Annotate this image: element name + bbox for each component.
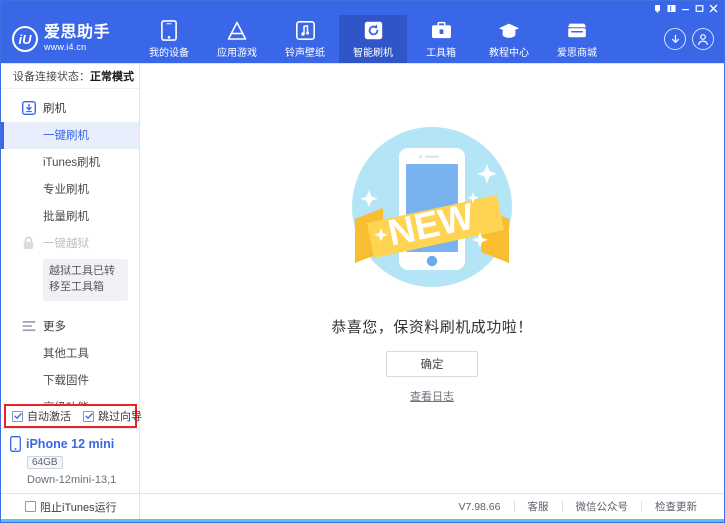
sidebar-group-flash[interactable]: 刷机 [1, 95, 139, 122]
sidebar-menu: 刷机 一键刷机 iTunes刷机 专业刷机 批量刷机 [1, 89, 139, 404]
status-bar-right: V7.98.66 客服 微信公众号 检查更新 [140, 494, 724, 519]
app-window: iU 爱思助手 www.i4.cn 我的设备 应用游戏 [0, 0, 725, 523]
option-label: 阻止iTunes运行 [40, 499, 117, 515]
connection-status: 设备连接状态：正常模式 [1, 64, 139, 89]
option-skip-wizard[interactable]: 跳过向导 [83, 408, 142, 424]
sidebar-item-download-firmware[interactable]: 下载固件 [1, 367, 139, 394]
nav-label: 智能刷机 [353, 44, 393, 59]
status-bar-left: 阻止iTunes运行 [1, 494, 140, 519]
sidebar-group-more[interactable]: 更多 [1, 313, 139, 340]
toolbox-icon [431, 20, 452, 42]
nav-item-ringtones-wallpapers[interactable]: 铃声壁纸 [271, 15, 339, 63]
brand-text: 爱思助手 www.i4.cn [44, 25, 110, 52]
device-capacity-badge: 64GB [27, 456, 63, 469]
checkbox-unchecked-icon[interactable] [25, 501, 36, 512]
music-icon [296, 20, 315, 42]
lock-icon [21, 236, 36, 251]
success-message: 恭喜您，保资料刷机成功啦！ [331, 316, 533, 337]
minimize-icon[interactable] [679, 2, 692, 14]
title-bar [1, 1, 724, 15]
nav-item-smart-flash[interactable]: 智能刷机 [339, 15, 407, 63]
confirm-button[interactable]: 确定 [386, 351, 478, 377]
brand-logo-area[interactable]: iU 爱思助手 www.i4.cn [1, 15, 135, 63]
phone-icon [161, 20, 177, 42]
version-label: V7.98.66 [445, 501, 513, 513]
nav-label: 铃声壁纸 [285, 44, 325, 59]
sidebar-item-batch-flash[interactable]: 批量刷机 [1, 203, 139, 230]
device-info[interactable]: iPhone 12 mini 64GB Down-12mini-13,1 [1, 428, 139, 493]
customer-service-link[interactable]: 客服 [515, 499, 562, 514]
jailbreak-tooltip: 越狱工具已转移至工具箱 [43, 259, 128, 301]
account-icon[interactable] [692, 28, 714, 50]
store-icon [566, 20, 588, 42]
nav-label: 我的设备 [149, 44, 189, 59]
nav-item-apps-games[interactable]: 应用游戏 [203, 15, 271, 63]
wechat-official-link[interactable]: 微信公众号 [563, 499, 642, 514]
main-nav: 我的设备 应用游戏 铃声壁纸 智能刷机 [135, 15, 646, 63]
nav-label: 工具箱 [426, 44, 456, 59]
sidebar-item-label: 下载固件 [43, 372, 89, 388]
sidebar-item-label: 批量刷机 [43, 208, 89, 224]
brand-mark-icon: iU [12, 26, 38, 52]
option-label: 跳过向导 [98, 408, 142, 424]
nav-item-store[interactable]: 爱思商城 [543, 15, 611, 63]
sidebar-item-other-tools[interactable]: 其他工具 [1, 340, 139, 367]
nav-label: 爱思商城 [557, 44, 597, 59]
sidebar-item-advanced-features[interactable]: 高级功能 [1, 394, 139, 404]
close-icon[interactable] [707, 2, 720, 14]
device-identifier: Down-12mini-13,1 [27, 474, 139, 486]
nav-item-my-device[interactable]: 我的设备 [135, 15, 203, 63]
checkbox-checked-icon[interactable] [83, 411, 94, 422]
bottom-accent-bar [1, 519, 724, 522]
sidebar-item-one-key-flash[interactable]: 一键刷机 [1, 122, 139, 149]
sidebar-item-label: 一键刷机 [43, 127, 89, 143]
sidebar-group-label: 更多 [43, 318, 66, 334]
app-body: 设备连接状态：正常模式 刷机 一键刷机 iTunes刷机 专业刷机 [1, 63, 724, 493]
list-icon [21, 319, 36, 334]
apps-icon [226, 20, 248, 42]
checkbox-checked-icon[interactable] [12, 411, 23, 422]
brand-logo-text: iU [19, 32, 32, 47]
new-phone-illustration: NEW [337, 112, 527, 302]
header-actions [646, 15, 724, 63]
main-content: NEW 恭喜您，保资料刷机成功啦！ 确定 查看日志 [140, 64, 724, 493]
nav-label: 应用游戏 [217, 44, 257, 59]
sidebar-item-label: iTunes刷机 [43, 154, 100, 170]
pin-icon[interactable] [651, 2, 664, 14]
graduation-icon [498, 20, 520, 42]
connection-status-label: 设备连接状态： [13, 68, 90, 84]
device-phone-icon [10, 436, 21, 452]
sidebar-item-label: 专业刷机 [43, 181, 89, 197]
sidebar-item-label: 高级功能 [43, 399, 89, 404]
nav-item-tutorial-center[interactable]: 教程中心 [475, 15, 543, 63]
device-name-row: iPhone 12 mini [10, 436, 139, 452]
view-log-link[interactable]: 查看日志 [410, 388, 454, 404]
sidebar-item-pro-flash[interactable]: 专业刷机 [1, 176, 139, 203]
sidebar-item-label: 其他工具 [43, 345, 89, 361]
maximize-icon[interactable] [693, 2, 706, 14]
sidebar-group-jailbreak: 一键越狱 [1, 230, 139, 257]
option-block-itunes[interactable]: 阻止iTunes运行 [25, 499, 117, 515]
option-label: 自动激活 [27, 408, 71, 424]
menu-icon[interactable] [665, 2, 678, 14]
sidebar-group-label: 一键越狱 [43, 235, 89, 251]
connection-status-value: 正常模式 [90, 68, 134, 84]
status-bar: 阻止iTunes运行 V7.98.66 客服 微信公众号 检查更新 [1, 493, 724, 519]
check-update-link[interactable]: 检查更新 [642, 499, 710, 514]
sidebar: 设备连接状态：正常模式 刷机 一键刷机 iTunes刷机 专业刷机 [1, 64, 140, 493]
sidebar-item-itunes-flash[interactable]: iTunes刷机 [1, 149, 139, 176]
option-auto-activate[interactable]: 自动激活 [12, 408, 71, 424]
brand-name: 爱思助手 [44, 25, 110, 42]
flash-options-highlight: 自动激活 跳过向导 [4, 404, 137, 428]
device-name: iPhone 12 mini [26, 437, 114, 451]
nav-item-toolbox[interactable]: 工具箱 [407, 15, 475, 63]
refresh-icon [364, 20, 383, 42]
sidebar-group-label: 刷机 [43, 100, 66, 116]
flash-icon [21, 101, 36, 116]
brand-url: www.i4.cn [44, 43, 110, 52]
nav-label: 教程中心 [489, 44, 529, 59]
app-header: iU 爱思助手 www.i4.cn 我的设备 应用游戏 [1, 15, 724, 63]
download-icon[interactable] [664, 28, 686, 50]
